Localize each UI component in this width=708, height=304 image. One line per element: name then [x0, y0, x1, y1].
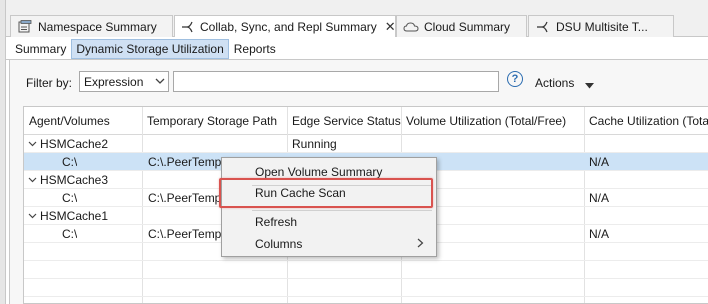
chevron-down-icon[interactable]: [28, 209, 40, 223]
tab-namespace-summary[interactable]: Namespace Summary: [10, 15, 173, 37]
menu-item-columns[interactable]: Columns: [222, 233, 436, 255]
agent-cell: HSMCache1: [28, 207, 108, 225]
actions-menu-button[interactable]: Actions: [535, 76, 574, 90]
table-row[interactable]: HSMCache2 Running: [24, 135, 708, 153]
filter-type-value: Expression: [84, 74, 144, 89]
tab-label: Collab, Sync, and Repl Summary: [200, 20, 377, 34]
editor-tab-bar: Namespace Summary Collab, Sync, and Repl…: [6, 15, 708, 38]
table-row: [24, 261, 708, 279]
collab-icon: [181, 19, 195, 35]
cloud-icon: [403, 19, 419, 35]
inner-tab-bar: Summary Dynamic Storage Utilization Repo…: [10, 39, 281, 59]
cache-util-cell: N/A: [589, 155, 610, 169]
filter-type-select[interactable]: Expression: [79, 71, 169, 92]
column-header[interactable]: Cache Utilization (Total/: [584, 107, 708, 135]
agent-name: HSMCache2: [40, 137, 109, 151]
tab-label: Namespace Summary: [38, 19, 157, 34]
filter-input[interactable]: [173, 71, 499, 92]
tab-collab-sync-repl-summary[interactable]: Collab, Sync, and Repl Summary ✕: [174, 15, 396, 38]
chevron-down-icon[interactable]: [28, 137, 40, 151]
agent-name: HSMCache3: [40, 173, 109, 187]
volume-cell: C:\: [62, 155, 78, 169]
column-header[interactable]: Volume Utilization (Total/Free): [401, 107, 583, 135]
namespace-icon: [17, 19, 33, 35]
table-header: Agent/Volumes Temporary Storage Path Edg…: [24, 107, 708, 135]
tab-cloud-summary[interactable]: Cloud Summary: [396, 15, 527, 37]
cache-util-cell: N/A: [589, 227, 610, 241]
menu-item-refresh[interactable]: Refresh: [222, 211, 436, 233]
agent-cell: HSMCache3: [28, 171, 108, 189]
column-header[interactable]: Edge Service Status: [287, 107, 401, 135]
cache-util-cell: N/A: [589, 191, 610, 205]
chevron-down-icon[interactable]: [28, 173, 40, 187]
agent-cell: HSMCache2: [28, 135, 108, 153]
tab-label: Cloud Summary: [424, 19, 511, 34]
help-icon[interactable]: ?: [507, 71, 523, 87]
filter-label: Filter by:: [26, 76, 73, 90]
agent-name: HSMCache1: [40, 209, 109, 223]
dsu-icon: [535, 19, 551, 35]
volume-cell: C:\: [62, 227, 78, 241]
tab-summary[interactable]: Summary: [10, 39, 71, 59]
status-cell: Running: [292, 137, 337, 151]
close-icon[interactable]: ✕: [385, 19, 396, 35]
menu-item-label: Columns: [255, 237, 303, 251]
table-row: [24, 279, 708, 297]
dropdown-arrow-icon[interactable]: [585, 78, 594, 92]
chevron-right-icon: [417, 237, 424, 251]
tab-label: DSU Multisite T...: [556, 19, 648, 34]
column-header[interactable]: Agent/Volumes: [24, 107, 142, 135]
tab-dsu-multisite[interactable]: DSU Multisite T...: [528, 15, 674, 37]
column-header[interactable]: Temporary Storage Path: [142, 107, 287, 135]
chevron-down-icon: [155, 75, 165, 89]
annotation-highlight-box: [219, 178, 433, 208]
tab-dynamic-storage-utilization[interactable]: Dynamic Storage Utilization: [71, 39, 229, 59]
tab-reports[interactable]: Reports: [229, 39, 281, 59]
filter-row: Filter by: Expression ? Actions: [10, 60, 708, 106]
volume-cell: C:\: [62, 191, 78, 205]
